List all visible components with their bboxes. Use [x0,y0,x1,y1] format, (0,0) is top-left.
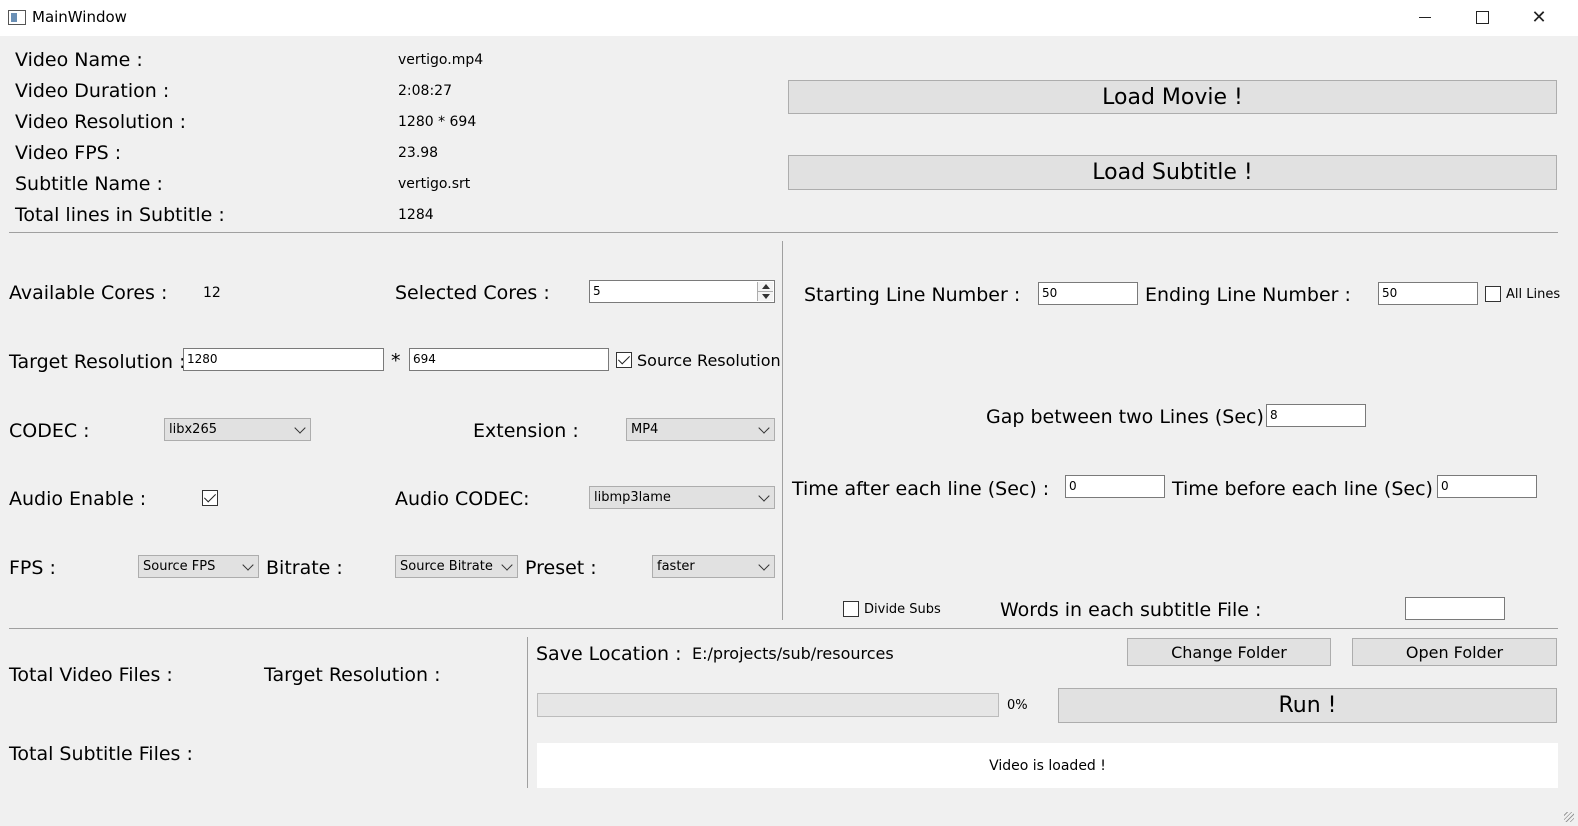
extension-value: MP4 [631,422,659,437]
spin-down-icon[interactable] [762,294,770,299]
target-width-input[interactable]: 1280 [183,348,384,371]
time-before-input[interactable]: 0 [1437,475,1537,498]
total-subtitle-files-label: Total Subtitle Files : [9,743,193,765]
video-fps-value: 23.98 [398,145,439,161]
codec-select[interactable]: libx265 [164,418,311,441]
audio-enable-checkbox[interactable] [202,490,218,506]
app-icon [8,10,26,25]
change-folder-button[interactable]: Change Folder [1127,638,1331,666]
audio-enable-label: Audio Enable : [9,488,147,510]
status-message: Video is loaded ! [537,743,1558,788]
save-location-value: E:/projects/sub/resources [692,644,894,663]
open-folder-button[interactable]: Open Folder [1352,638,1557,666]
words-per-file-label: Words in each subtitle File : [1000,599,1262,621]
bottom-divider [9,628,1558,629]
chevron-down-icon [758,559,770,571]
bottom-vertical-divider [527,637,528,788]
video-duration-label: Video Duration : [15,80,170,102]
close-button[interactable]: ✕ [1510,0,1568,34]
extension-select[interactable]: MP4 [626,418,775,441]
audio-codec-value: libmp3lame [594,490,671,505]
subtitle-lines-value: 1284 [398,207,434,223]
spin-buttons[interactable] [757,282,773,301]
fps-select[interactable]: Source FPS [138,555,259,578]
codec-label: CODEC : [9,420,90,442]
bitrate-select[interactable]: Source Bitrate [395,555,518,578]
source-resolution-label: Source Resolution [637,351,781,370]
divide-subs-checkbox[interactable] [843,601,859,617]
chevron-down-icon [501,559,513,571]
ending-line-label: Ending Line Number : [1145,284,1351,306]
middle-vertical-divider [782,241,783,620]
total-video-files-label: Total Video Files : [9,664,173,686]
starting-line-label: Starting Line Number : [804,284,1021,306]
spin-up-icon[interactable] [762,284,770,289]
selected-cores-spinbox[interactable]: 5 [589,280,775,303]
audio-codec-label: Audio CODEC: [395,488,530,510]
all-lines-label: All Lines [1506,287,1561,302]
divide-subs-label: Divide Subs [864,602,941,617]
top-divider [9,232,1558,233]
all-lines-checkbox[interactable] [1485,286,1501,302]
ending-line-input[interactable]: 50 [1378,282,1478,305]
time-before-label: Time before each line (Sec) : [1172,478,1446,500]
bitrate-value: Source Bitrate [400,559,493,574]
chevron-down-icon [242,559,254,571]
chevron-down-icon [758,490,770,502]
gap-lines-input[interactable]: 8 [1266,404,1366,427]
output-target-resolution-label: Target Resolution : [264,664,441,686]
minimize-icon [1419,16,1431,18]
subtitle-lines-label: Total lines in Subtitle : [15,204,225,226]
subtitle-name-label: Subtitle Name : [15,173,163,195]
selected-cores-label: Selected Cores : [395,282,550,304]
chevron-down-icon [294,422,306,434]
preset-value: faster [657,559,695,574]
time-after-label: Time after each line (Sec) : [792,478,1050,500]
close-icon: ✕ [1531,6,1547,28]
bitrate-label: Bitrate : [266,557,343,579]
maximize-icon [1475,10,1489,24]
target-resolution-label: Target Resolution : [9,351,186,373]
selected-cores-value: 5 [593,284,601,298]
audio-codec-select[interactable]: libmp3lame [589,486,775,509]
video-name-value: vertigo.mp4 [398,52,484,68]
video-fps-label: Video FPS : [15,142,122,164]
available-cores-label: Available Cores : [9,282,168,304]
starting-line-input[interactable]: 50 [1038,282,1138,305]
progress-bar [537,693,999,717]
available-cores-value: 12 [203,285,221,301]
fps-value: Source FPS [143,559,216,574]
extension-label: Extension : [473,420,579,442]
run-button[interactable]: Run ! [1058,688,1557,723]
resize-grip-icon[interactable] [1564,812,1574,822]
load-movie-button[interactable]: Load Movie ! [788,80,1557,114]
video-resolution-value: 1280 * 694 [398,114,477,130]
video-duration-value: 2:08:27 [398,83,452,99]
resolution-times-label: * [391,350,401,372]
window-title: MainWindow [32,8,127,26]
progress-percent: 0% [1007,698,1028,713]
chevron-down-icon [758,422,770,434]
source-resolution-checkbox[interactable] [616,352,632,368]
fps-label: FPS : [9,557,56,579]
gap-lines-label: Gap between two Lines (Sec) : [986,406,1277,428]
maximize-button[interactable] [1453,0,1511,34]
preset-label: Preset : [525,557,597,579]
save-location-label: Save Location : [536,643,682,665]
target-height-input[interactable]: 694 [409,348,609,371]
codec-value: libx265 [169,422,217,437]
words-per-file-input[interactable] [1405,597,1505,620]
subtitle-name-value: vertigo.srt [398,176,471,192]
preset-select[interactable]: faster [652,555,775,578]
minimize-button-area[interactable] [1396,0,1454,34]
load-subtitle-button[interactable]: Load Subtitle ! [788,155,1557,190]
video-name-label: Video Name : [15,49,143,71]
title-bar: MainWindow — [0,0,1578,36]
video-resolution-label: Video Resolution : [15,111,186,133]
time-after-input[interactable]: 0 [1065,475,1165,498]
